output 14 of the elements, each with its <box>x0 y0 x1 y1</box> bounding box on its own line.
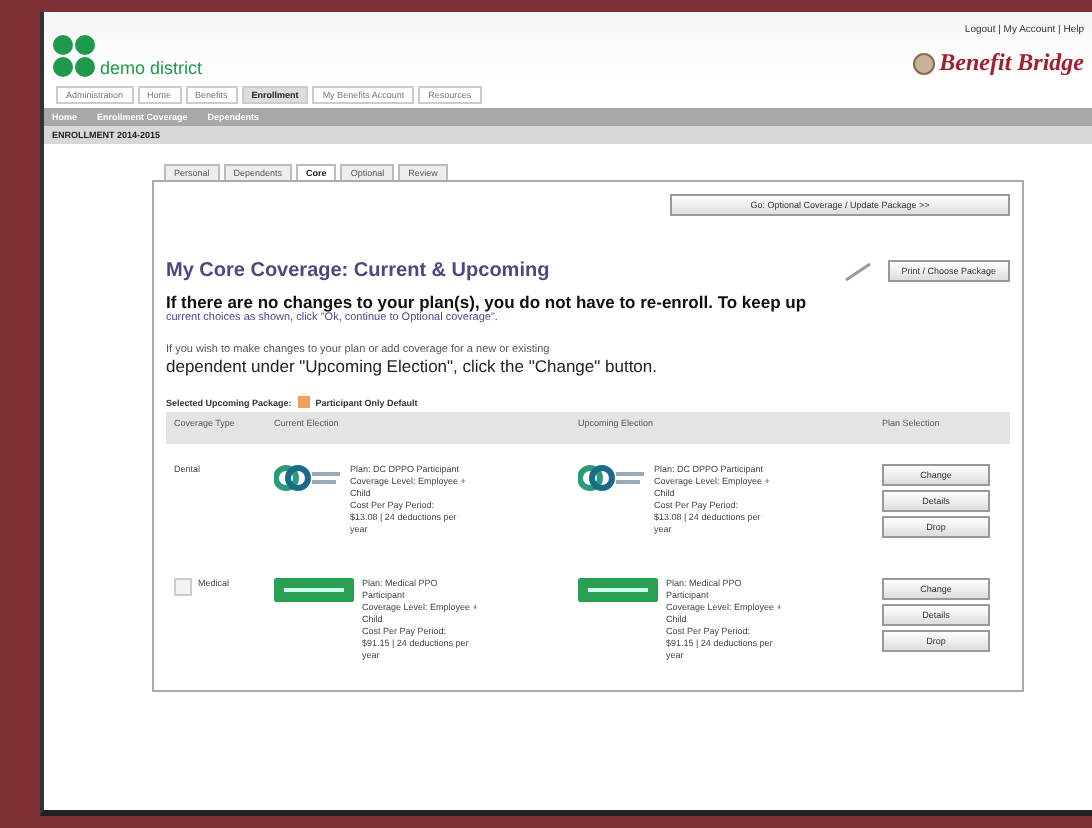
emblem-icon <box>911 51 936 75</box>
change-instruction-end: dependent under "Upcoming Election", click the "Change" button. <box>166 356 659 376</box>
product-logo: Benefit Bridge <box>939 48 1084 78</box>
brand-name: demo district <box>100 58 203 78</box>
logo-icon <box>52 34 96 78</box>
intro-text: If there are no changes to your plan(s), you do not have to re-enroll. To keep up <box>166 292 809 312</box>
chain-logo-icon <box>274 464 342 492</box>
section-heading: My Core Coverage: Current & Upcoming <box>166 260 552 282</box>
pencil-icon <box>843 261 872 281</box>
plan-logo-icon <box>578 578 658 602</box>
plan-logo-icon <box>274 578 354 602</box>
checkbox[interactable] <box>174 578 192 596</box>
package-icon <box>297 396 310 408</box>
chain-logo-icon <box>578 464 646 492</box>
